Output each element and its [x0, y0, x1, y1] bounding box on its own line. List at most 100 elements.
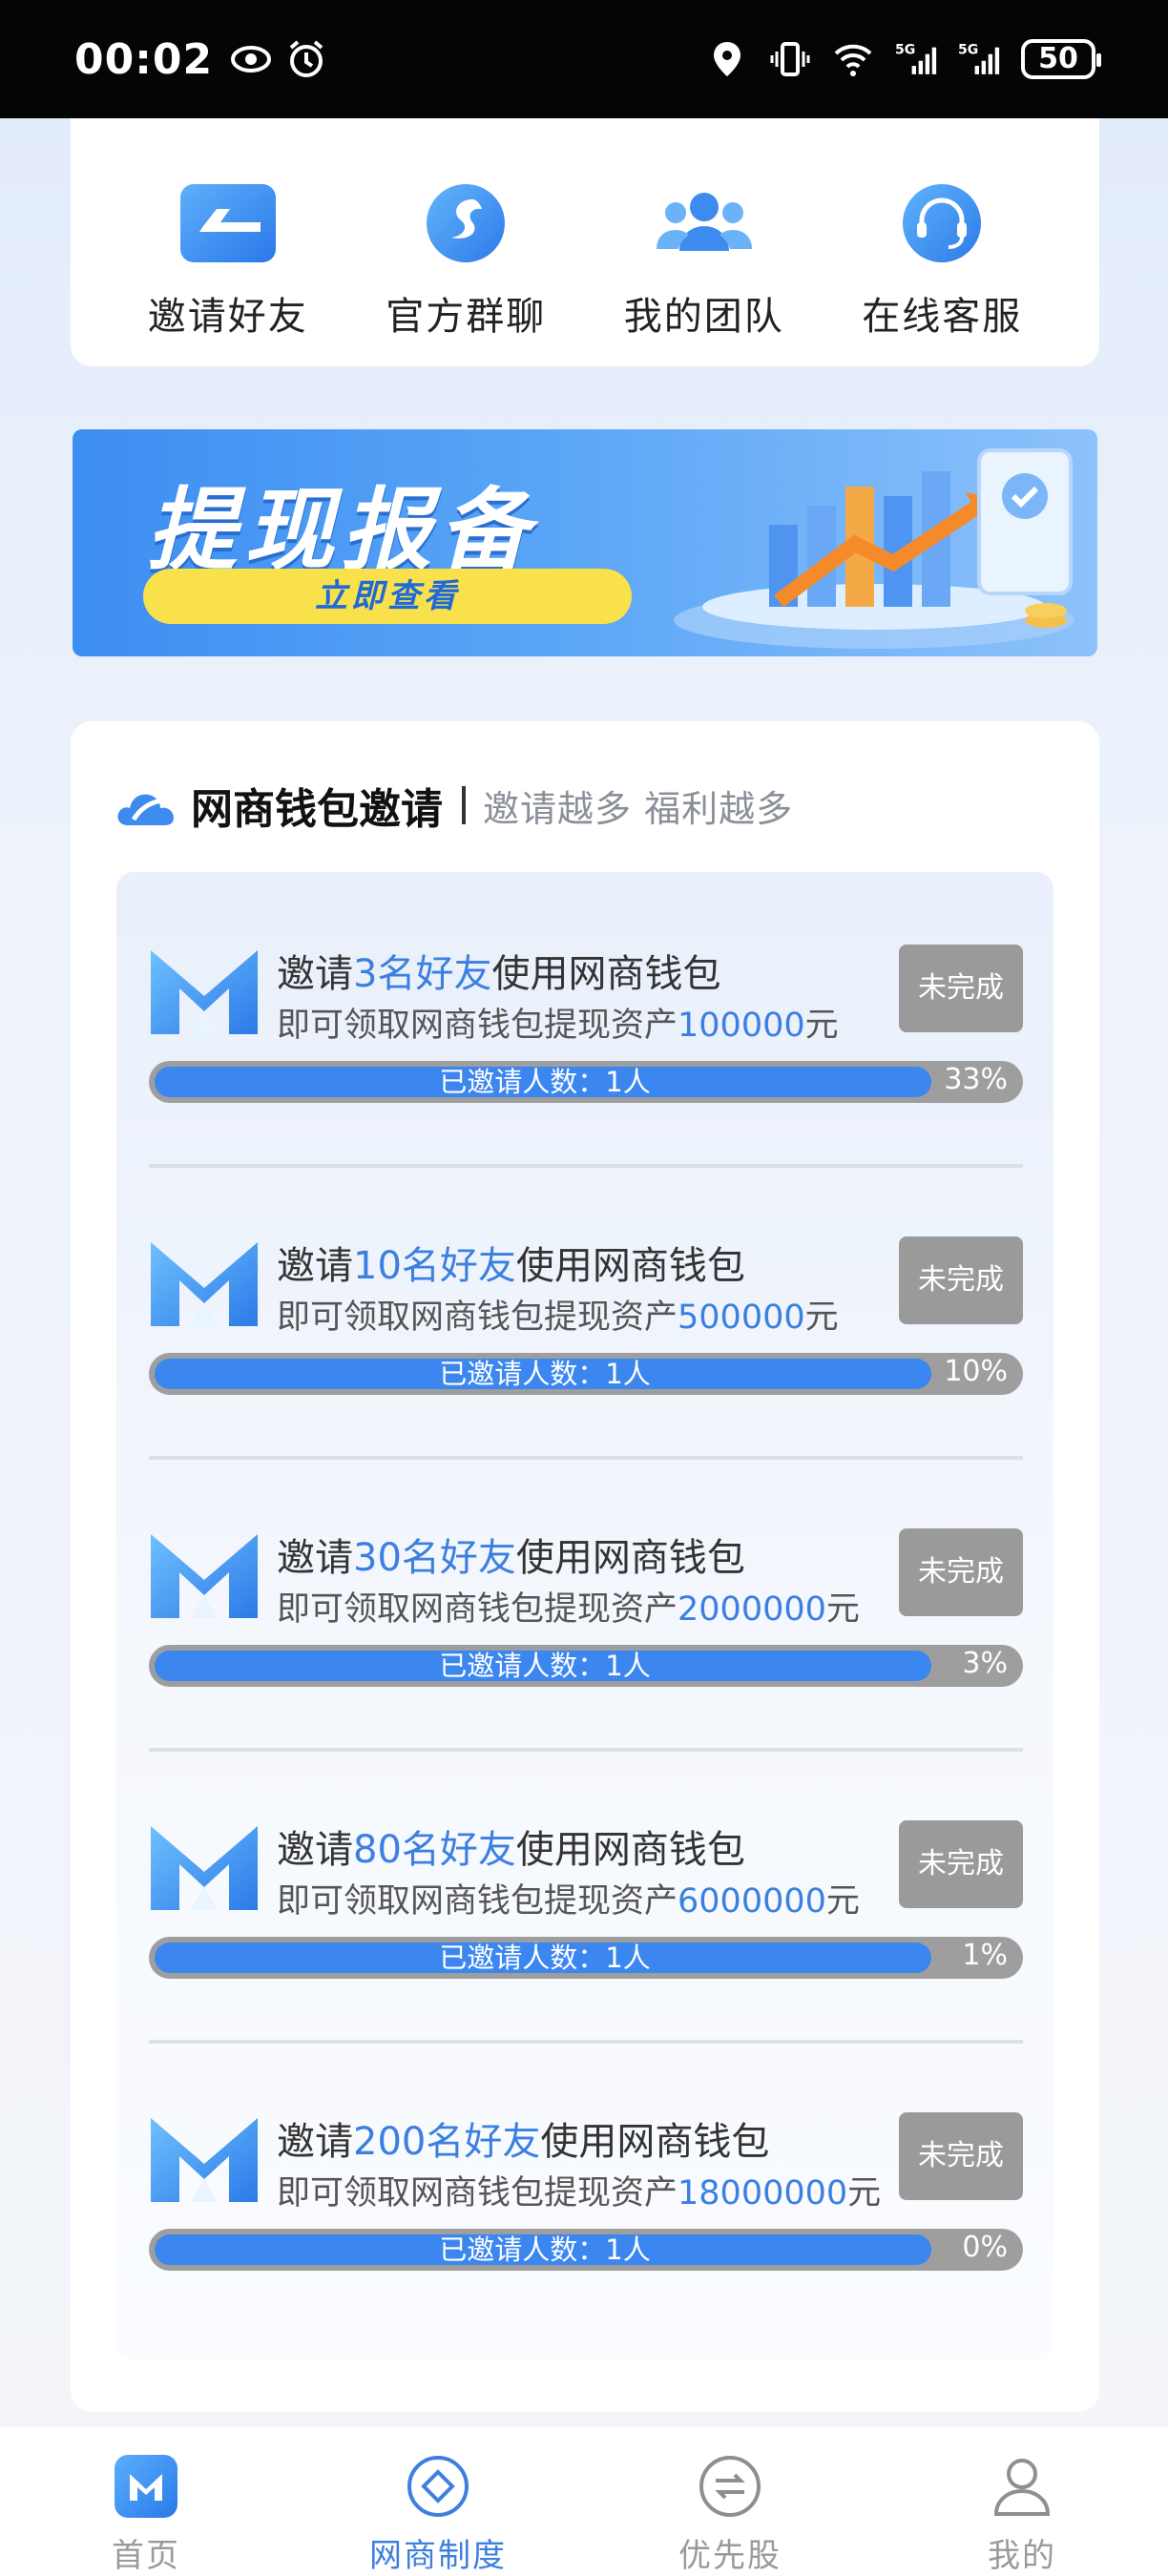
- task-title-suffix: 使用网商钱包: [515, 1828, 745, 1872]
- tab-policy[interactable]: 网商制度: [323, 2453, 553, 2576]
- task-reward-amount: 6000000: [678, 1882, 826, 1921]
- task-progress-percent: 1%: [962, 1939, 1008, 1972]
- wallet-logo-icon: [151, 2118, 258, 2202]
- task-title-prefix: 邀请: [277, 1244, 353, 1288]
- task-friend-count: 10名好友: [353, 1244, 516, 1288]
- task-progress-text: 已邀请人数：1人: [439, 1358, 651, 1390]
- task-status-badge[interactable]: 未完成: [899, 1528, 1023, 1616]
- task-reward-desc: 即可领取网商钱包提现资产: [277, 1590, 678, 1629]
- task-title-prefix: 邀请: [277, 952, 353, 996]
- task-reward-amount: 500000: [678, 1298, 805, 1337]
- task-divider: [149, 1164, 1023, 1168]
- task-reward-unit: 元: [825, 1882, 860, 1921]
- task-reward-unit: 元: [847, 2174, 882, 2212]
- header-divider: [462, 786, 466, 824]
- task-status-badge[interactable]: 未完成: [899, 945, 1023, 1032]
- invite-task-row: 邀请80名好友使用网商钱包 即可领取网商钱包提现资产6000000元 未完成已邀请人…: [149, 1786, 1023, 2044]
- invite-icon: [178, 182, 278, 264]
- svg-text:5G: 5G: [895, 43, 915, 58]
- status-bar: 00:02 5G 5G 50: [0, 0, 1168, 118]
- quick-actions-card: 邀请好友 官方群聊 我的团队 在线客服: [71, 118, 1099, 366]
- task-progress-bar: 已邀请人数：1人 33%: [149, 1061, 1023, 1103]
- task-title-prefix: 邀请: [277, 1828, 353, 1872]
- tab-label: 网商制度: [369, 2537, 507, 2575]
- task-title: 邀请200名好友使用网商钱包: [277, 2110, 769, 2166]
- tab-label: 首页: [112, 2537, 180, 2575]
- task-title-prefix: 邀请: [277, 2120, 353, 2164]
- invite-task-row: 邀请30名好友使用网商钱包 即可领取网商钱包提现资产2000000元 未完成已邀请人…: [149, 1494, 1023, 1752]
- team-icon: [655, 182, 754, 264]
- task-reward: 即可领取网商钱包提现资产100000元: [277, 998, 839, 1047]
- quick-action-label: 官方群聊: [386, 295, 547, 339]
- withdraw-report-banner[interactable]: 提现报备 立即查看: [73, 429, 1097, 656]
- signal-5g-icon: 5G: [958, 43, 1000, 74]
- task-progress-text: 已邀请人数：1人: [439, 2233, 651, 2266]
- task-status-badge[interactable]: 未完成: [899, 1820, 1023, 1908]
- tab-label: 优先股: [678, 2537, 782, 2575]
- task-progress-bar: 已邀请人数：1人 0%: [149, 2229, 1023, 2271]
- task-progress-text: 已邀请人数：1人: [439, 1942, 651, 1974]
- task-reward-desc: 即可领取网商钱包提现资产: [277, 2174, 678, 2212]
- invite-card-title: 网商钱包邀请: [191, 785, 443, 834]
- alarm-icon: [289, 40, 323, 77]
- task-title: 邀请80名好友使用网商钱包: [277, 1818, 745, 1874]
- quick-action-invite[interactable]: 邀请好友: [118, 182, 338, 341]
- task-progress-text: 已邀请人数：1人: [439, 1650, 651, 1682]
- task-friend-count: 80名好友: [353, 1828, 516, 1872]
- task-divider: [149, 1456, 1023, 1460]
- task-progress-bar: 已邀请人数：1人 3%: [149, 1645, 1023, 1687]
- invite-card-header: 网商钱包邀请 邀请越多 福利越多: [115, 775, 793, 836]
- invite-task-row: 邀请3名好友使用网商钱包 即可领取网商钱包提现资产100000元 未完成 已邀请人数：…: [149, 910, 1023, 1168]
- headset-icon: [892, 182, 991, 264]
- task-friend-count: 30名好友: [353, 1536, 516, 1580]
- tab-equity[interactable]: 优先股: [615, 2453, 845, 2576]
- task-reward-desc: 即可领取网商钱包提现资产: [277, 1007, 678, 1045]
- task-reward-amount: 100000: [678, 1007, 805, 1045]
- task-reward-unit: 元: [825, 1590, 860, 1629]
- status-time: 00:02: [74, 34, 214, 84]
- task-reward: 即可领取网商钱包提现资产500000元: [277, 1290, 839, 1339]
- quick-action-support[interactable]: 在线客服: [832, 182, 1052, 341]
- battery-indicator: 50: [1021, 39, 1101, 79]
- vibrate-icon: [770, 42, 810, 76]
- cloud-logo-icon: [117, 794, 174, 825]
- invite-task-row: 邀请10名好友使用网商钱包 即可领取网商钱包提现资产500000元 未完成 已邀请人数…: [149, 1202, 1023, 1460]
- bottom-tab-bar: 首页 网商制度 优先股 我的: [0, 2425, 1168, 2576]
- wallet-logo-icon: [151, 1534, 258, 1618]
- task-title-suffix: 使用网商钱包: [491, 952, 721, 996]
- tab-profile[interactable]: 我的: [907, 2453, 1137, 2576]
- policy-icon: [405, 2453, 471, 2520]
- task-status-badge[interactable]: 未完成: [899, 2112, 1023, 2200]
- task-reward: 即可领取网商钱包提现资产2000000元: [277, 1582, 860, 1631]
- task-reward: 即可领取网商钱包提现资产18000000元: [277, 2166, 881, 2214]
- task-divider: [149, 2040, 1023, 2044]
- task-progress-bar: 已邀请人数：1人 1%: [149, 1937, 1023, 1979]
- task-title-suffix: 使用网商钱包: [540, 2120, 770, 2164]
- task-progress-text: 已邀请人数：1人: [439, 1066, 651, 1098]
- invite-task-row: 邀请200名好友使用网商钱包 即可领取网商钱包提现资产18000000元 未完成已邀…: [149, 2078, 1023, 2316]
- eye-icon: [231, 46, 272, 73]
- quick-action-team[interactable]: 我的团队: [594, 182, 814, 341]
- quick-action-label: 我的团队: [623, 295, 784, 339]
- equity-icon: [697, 2453, 763, 2520]
- signal-5g-icon: 5G: [895, 43, 937, 74]
- tab-home[interactable]: 首页: [31, 2453, 261, 2576]
- svg-text:5G: 5G: [958, 43, 978, 58]
- wifi-icon: [834, 44, 872, 76]
- wallet-logo-icon: [151, 1826, 258, 1910]
- task-reward-unit: 元: [804, 1298, 839, 1337]
- task-reward-unit: 元: [804, 1007, 839, 1045]
- invite-card-subtitle: 邀请越多 福利越多: [483, 787, 794, 830]
- banner-view-button[interactable]: 立即查看: [143, 569, 632, 624]
- task-title-prefix: 邀请: [277, 1536, 353, 1580]
- group-chat-icon: [416, 182, 515, 264]
- task-friend-count: 3名好友: [353, 952, 492, 996]
- wallet-invite-card: 网商钱包邀请 邀请越多 福利越多 邀请3名好友使用网商钱包 即可领取网商钱包提现资…: [71, 721, 1099, 2412]
- task-reward: 即可领取网商钱包提现资产6000000元: [277, 1874, 860, 1922]
- wallet-logo-icon: [151, 1242, 258, 1326]
- task-title: 邀请30名好友使用网商钱包: [277, 1527, 745, 1582]
- quick-action-group-chat[interactable]: 官方群聊: [356, 182, 575, 341]
- invite-task-list: 邀请3名好友使用网商钱包 即可领取网商钱包提现资产100000元 未完成 已邀请人数：…: [116, 872, 1053, 2360]
- task-status-badge[interactable]: 未完成: [899, 1236, 1023, 1324]
- task-reward-desc: 即可领取网商钱包提现资产: [277, 1298, 678, 1337]
